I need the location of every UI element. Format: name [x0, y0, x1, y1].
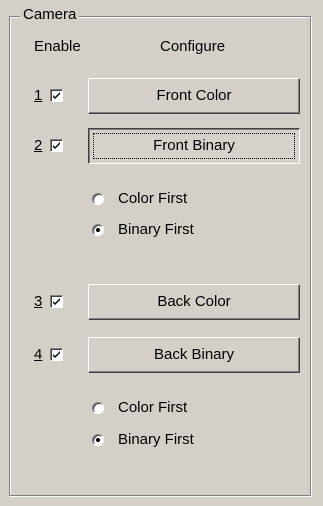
radio-selected-dot [96, 438, 100, 442]
checkmark-icon [53, 298, 60, 305]
camera-row-2: 2 Front Binary [0, 128, 323, 164]
camera-number-4: 4 [34, 346, 43, 363]
back-color-button-label: Back Color [157, 293, 231, 310]
back-binary-first-radio[interactable] [92, 434, 104, 446]
back-color-first-label: Color First [118, 399, 188, 416]
back-color-first-radio[interactable] [92, 402, 104, 414]
front-color-button-label: Front Color [156, 87, 232, 104]
configure-column-header: Configure [160, 38, 226, 55]
camera-row-4: 4 Back Binary [0, 337, 323, 373]
back-binary-first-option[interactable]: Binary First [92, 430, 292, 450]
front-color-first-radio[interactable] [92, 193, 104, 205]
camera-3-enable-checkbox[interactable] [50, 295, 63, 308]
front-color-button[interactable]: Front Color [88, 78, 300, 114]
camera-row-3: 3 Back Color [0, 284, 323, 320]
front-binary-first-radio[interactable] [92, 224, 104, 236]
back-color-button[interactable]: Back Color [88, 284, 300, 320]
front-binary-button[interactable]: Front Binary [88, 128, 300, 164]
camera-row-1: 1 Front Color [0, 78, 323, 114]
checkmark-icon [53, 351, 60, 358]
camera-4-enable-checkbox[interactable] [50, 348, 63, 361]
camera-1-enable-checkbox[interactable] [50, 89, 63, 102]
back-binary-first-label: Binary First [118, 431, 194, 448]
front-binary-first-label: Binary First [118, 221, 194, 238]
camera-group-title: Camera [20, 6, 80, 24]
radio-selected-dot [96, 228, 100, 232]
front-binary-button-label: Front Binary [153, 137, 235, 154]
camera-number-2: 2 [34, 137, 43, 154]
camera-2-enable-checkbox[interactable] [50, 139, 63, 152]
back-binary-button[interactable]: Back Binary [88, 337, 300, 373]
enable-column-header: Enable [34, 38, 81, 55]
camera-number-3: 3 [34, 293, 43, 310]
back-binary-button-label: Back Binary [153, 346, 235, 363]
front-color-first-option[interactable]: Color First [92, 189, 292, 209]
front-color-first-label: Color First [118, 190, 188, 207]
front-binary-first-option[interactable]: Binary First [92, 220, 292, 240]
checkmark-icon [53, 142, 60, 149]
back-color-first-option[interactable]: Color First [92, 398, 292, 418]
camera-number-1: 1 [34, 87, 43, 104]
checkmark-icon [53, 92, 60, 99]
